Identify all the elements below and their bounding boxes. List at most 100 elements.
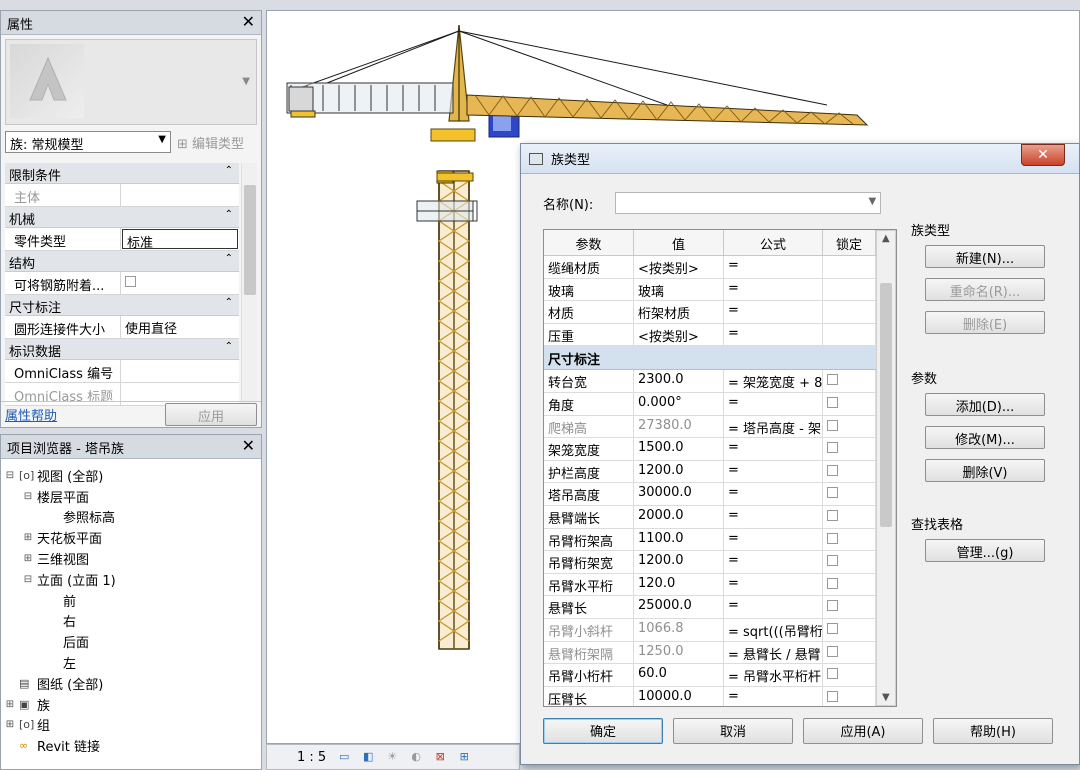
tree-node-views[interactable]: ⊟ [o] 视图 (全部) — [5, 465, 261, 486]
param-cell[interactable]: 悬臂长 — [544, 596, 634, 618]
value-cell[interactable]: <按类别> — [634, 256, 724, 278]
value-cell[interactable]: 1200.0 — [634, 460, 724, 483]
apply-button[interactable]: 应用 — [165, 403, 257, 426]
close-icon[interactable]: ✕ — [242, 436, 255, 455]
collapse-icon[interactable]: ⌃ — [225, 253, 233, 264]
close-icon[interactable]: ✕ — [242, 12, 255, 31]
delete-type-button[interactable]: 删除(E) — [925, 311, 1045, 334]
tree-node-groups[interactable]: ⊞ [o] 组 — [5, 715, 261, 736]
param-cell[interactable]: 吊臂小桁杆 — [544, 664, 634, 686]
collapse-icon[interactable]: ⊟ — [5, 470, 15, 481]
detail-level-icon[interactable]: ▭ — [338, 751, 350, 763]
param-cell[interactable]: 缆绳材质 — [544, 256, 634, 278]
value-cell[interactable]: <按类别> — [634, 323, 724, 346]
part-type-field[interactable]: 标准 — [122, 229, 238, 251]
formula-cell[interactable]: = — [724, 596, 823, 618]
lock-checkbox[interactable] — [827, 555, 838, 567]
lock-checkbox[interactable] — [827, 464, 838, 476]
collapse-icon[interactable]: ⌃ — [225, 341, 233, 352]
scroll-up-icon[interactable]: ▲ — [882, 233, 890, 244]
param-cell[interactable]: 悬臂桁架隔 — [544, 641, 634, 664]
lock-checkbox[interactable] — [827, 442, 838, 454]
param-cell[interactable]: 材质 — [544, 301, 634, 323]
formula-cell[interactable]: = 塔吊高度 - 架 — [724, 415, 823, 438]
ok-button[interactable]: 确定 — [543, 718, 663, 744]
value-cell[interactable]: 1066.8 — [634, 618, 724, 641]
formula-cell[interactable]: = — [724, 278, 823, 301]
tree-node-ref-level[interactable]: 参照标高 — [5, 507, 261, 528]
lock-checkbox[interactable] — [827, 690, 838, 702]
modify-parameter-button[interactable]: 修改(M)... — [925, 426, 1045, 449]
collapse-icon[interactable]: ⌃ — [225, 297, 233, 308]
name-combo[interactable]: ▼ — [615, 192, 882, 214]
expand-icon[interactable]: ⊞ — [5, 699, 15, 710]
tree-node-3d-views[interactable]: ⊞ 三维视图 — [5, 548, 261, 569]
param-cell[interactable]: 悬臂端长 — [544, 505, 634, 528]
lock-checkbox[interactable] — [827, 396, 838, 408]
lock-checkbox[interactable] — [827, 487, 838, 499]
value-cell[interactable]: 桁架材质 — [634, 301, 724, 323]
param-cell[interactable]: 转台宽 — [544, 370, 634, 392]
tree-node-sheets[interactable]: ▤ 图纸 (全部) — [5, 673, 261, 694]
lock-checkbox[interactable] — [827, 622, 838, 634]
formula-cell[interactable]: = — [724, 323, 823, 346]
param-cell[interactable]: 玻璃 — [544, 278, 634, 301]
manage-lookup-button[interactable]: 管理...(g) — [925, 539, 1045, 562]
help-button[interactable]: 帮助(H) — [933, 718, 1053, 744]
tree-node-right[interactable]: 右 — [5, 611, 261, 632]
apply-button[interactable]: 应用(A) — [803, 718, 923, 744]
tree-node-left[interactable]: 左 — [5, 652, 261, 673]
scroll-down-icon[interactable]: ▼ — [882, 692, 890, 703]
scrollbar-thumb[interactable] — [880, 283, 892, 527]
property-value[interactable] — [121, 360, 239, 382]
property-value[interactable] — [121, 184, 239, 206]
formula-cell[interactable]: = — [724, 392, 823, 415]
header-lock[interactable]: 锁定 — [823, 230, 876, 255]
section-mechanical[interactable]: 机械 ⌃ — [5, 207, 239, 228]
visual-style-icon[interactable]: ◧ — [362, 751, 374, 763]
formula-cell[interactable]: = — [724, 438, 823, 460]
formula-cell[interactable]: = — [724, 505, 823, 528]
header-param[interactable]: 参数 — [544, 230, 634, 255]
scrollbar-thumb[interactable] — [244, 185, 256, 295]
edit-type-button[interactable]: ⊞ 编辑类型 — [177, 133, 244, 152]
add-parameter-button[interactable]: 添加(D)... — [925, 393, 1045, 416]
lock-checkbox[interactable] — [827, 668, 838, 680]
section-structure[interactable]: 结构 ⌃ — [5, 251, 239, 272]
value-cell[interactable]: 120.0 — [634, 573, 724, 596]
param-cell[interactable]: 吊臂小斜杆 — [544, 618, 634, 641]
dialog-close-button[interactable]: ✕ — [1021, 144, 1065, 166]
param-cell[interactable]: 吊臂桁架高 — [544, 528, 634, 551]
formula-cell[interactable]: = — [724, 573, 823, 596]
param-cell[interactable]: 塔吊高度 — [544, 483, 634, 505]
tree-node-floor-plans[interactable]: ⊟ 楼层平面 — [5, 486, 261, 507]
collapse-icon[interactable]: ⊟ — [23, 574, 33, 585]
section-dimensions[interactable]: 尺寸标注 ⌃ — [5, 295, 239, 316]
lock-checkbox[interactable] — [827, 509, 838, 521]
param-cell[interactable]: 爬梯高 — [544, 415, 634, 438]
new-type-button[interactable]: 新建(N)... — [925, 245, 1045, 268]
formula-cell[interactable]: = — [724, 686, 823, 706]
lock-checkbox[interactable] — [827, 532, 838, 544]
tree-node-ceiling-plans[interactable]: ⊞ 天花板平面 — [5, 527, 261, 548]
param-cell[interactable]: 压臂长 — [544, 686, 634, 706]
sun-path-icon[interactable]: ☀ — [386, 751, 398, 763]
lock-checkbox[interactable] — [827, 419, 838, 431]
tree-node-elevations[interactable]: ⊟ 立面 (立面 1) — [5, 569, 261, 590]
param-cell[interactable]: 吊臂桁架宽 — [544, 551, 634, 573]
section-constraints[interactable]: 限制条件 ⌃ — [5, 163, 239, 184]
formula-cell[interactable]: = — [724, 301, 823, 323]
tree-node-front[interactable]: 前 — [5, 590, 261, 611]
value-cell[interactable]: 2000.0 — [634, 505, 724, 528]
param-cell[interactable]: 护栏高度 — [544, 460, 634, 483]
formula-cell[interactable]: = — [724, 483, 823, 505]
value-cell[interactable]: 1100.0 — [634, 528, 724, 551]
lock-checkbox[interactable] — [827, 645, 838, 657]
formula-cell[interactable]: = 悬臂长 / 悬臂 — [724, 641, 823, 664]
formula-cell[interactable]: = — [724, 256, 823, 278]
lock-checkbox[interactable] — [827, 374, 838, 386]
collapse-icon[interactable]: ⌃ — [225, 209, 233, 220]
value-cell[interactable]: 1200.0 — [634, 551, 724, 573]
value-cell[interactable]: 2300.0 — [634, 370, 724, 392]
expand-icon[interactable]: ⊞ — [23, 532, 33, 543]
